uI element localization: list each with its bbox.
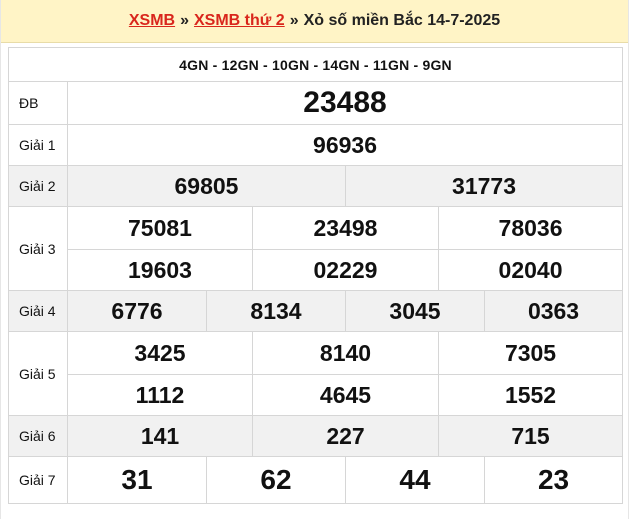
prize-number: 75081 <box>67 206 253 250</box>
results-table: 4GN - 12GN - 10GN - 14GN - 11GN - 9GN ĐB… <box>7 47 624 504</box>
prize-number: 715 <box>437 415 624 457</box>
prize-label: Giải 6 <box>8 415 68 457</box>
prize-number: 31 <box>67 456 207 504</box>
breadcrumb-link-xsmb-thu-2[interactable]: XSMB thứ 2 <box>194 12 285 30</box>
breadcrumb-separator: » <box>180 12 189 29</box>
prize-number: 6776 <box>67 290 207 332</box>
prize-row-db: ĐB 23488 <box>8 81 624 125</box>
prize-number: 19603 <box>67 249 253 291</box>
prize-row-g3: Giải 3 75081 23498 78036 <box>8 206 624 291</box>
prize-number: 1552 <box>437 374 624 416</box>
prize-number: 23 <box>483 456 624 504</box>
loto-gan-row: 4GN - 12GN - 10GN - 14GN - 11GN - 9GN <box>7 47 624 82</box>
page-title: Xỏ số miền Bắc 14-7-2025 <box>303 12 501 29</box>
prize-number: 4645 <box>252 374 439 416</box>
prize-number: 02040 <box>437 249 624 291</box>
loto-gan-text[interactable]: 4GN - 12GN - 10GN - 14GN - 11GN - 9GN <box>7 47 624 82</box>
prize-label: Giải 3 <box>8 206 68 291</box>
breadcrumb: XSMB » XSMB thứ 2 » Xỏ số miền Bắc 14-7-… <box>1 0 628 43</box>
prize-label: Giải 4 <box>8 290 68 332</box>
prize-number: 78036 <box>437 206 624 250</box>
prize-number: 31773 <box>344 165 624 207</box>
special-prize-number: 23488 <box>66 81 624 125</box>
prize-row-g7: Giải 7 31 62 44 23 <box>8 456 624 504</box>
prize-row-g5: Giải 5 3425 8140 7305 <box>8 331 624 416</box>
result-page: XSMB » XSMB thứ 2 » Xỏ số miền Bắc 14-7-… <box>0 0 629 519</box>
prize-row-g1: Giải 1 96936 <box>8 124 624 166</box>
prize-number: 23498 <box>252 206 439 250</box>
prize-number: 141 <box>67 415 253 457</box>
prize-row-g6: Giải 6 141 227 715 <box>8 415 624 457</box>
prize-number: 69805 <box>67 165 346 207</box>
breadcrumb-link-xsmb[interactable]: XSMB <box>129 12 175 30</box>
prize-label: Giải 2 <box>8 165 68 207</box>
prize-row-g4: Giải 4 6776 8134 3045 0363 <box>8 290 624 332</box>
prize-number: 7305 <box>437 331 624 375</box>
prize-label: Giải 5 <box>8 331 68 416</box>
prize-row-g2: Giải 2 69805 31773 <box>8 165 624 207</box>
prize-number: 1112 <box>67 374 253 416</box>
prize-label: Giải 1 <box>8 124 68 166</box>
prize-number: 8134 <box>206 290 346 332</box>
prize-number: 0363 <box>483 290 624 332</box>
breadcrumb-separator: » <box>289 12 299 29</box>
prize-number: 96936 <box>66 124 624 166</box>
prize-row-g5-b: 1112 4645 1552 <box>9 374 624 416</box>
prize-label: Giải 7 <box>8 456 68 504</box>
prize-number: 3045 <box>345 290 485 332</box>
prize-number: 227 <box>252 415 439 457</box>
prize-number: 3425 <box>67 331 253 375</box>
prize-number: 44 <box>345 456 485 504</box>
prize-number: 8140 <box>252 331 439 375</box>
prize-label: ĐB <box>8 81 68 125</box>
prize-number: 62 <box>206 456 346 504</box>
prize-number: 02229 <box>252 249 439 291</box>
prize-row-g3-b: 19603 02229 02040 <box>9 249 624 291</box>
